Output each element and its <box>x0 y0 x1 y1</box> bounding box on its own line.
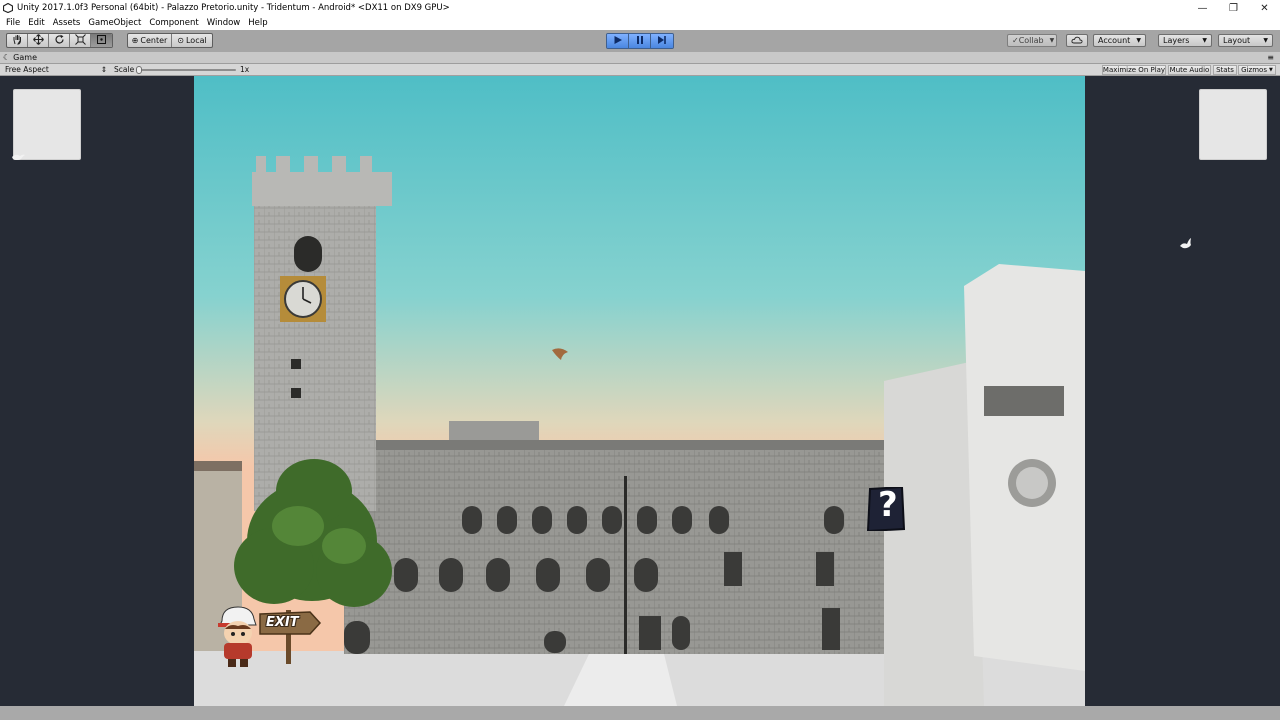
tab-game[interactable]: ☾ Game <box>3 53 37 62</box>
menu-file[interactable]: File <box>2 18 24 28</box>
status-bar <box>0 706 1280 720</box>
hint-question-marker[interactable]: ? <box>866 485 906 533</box>
menu-edit[interactable]: Edit <box>24 18 48 28</box>
menu-help[interactable]: Help <box>244 18 271 28</box>
layout-dropdown[interactable]: Layout ▼ <box>1218 34 1273 47</box>
main-toolbar: ⊕ Center ⊙ Local ✓ Collab ▼ Account ▼ Laye… <box>0 30 1280 52</box>
gizmos-button[interactable]: Gizmos ▼ <box>1238 65 1276 75</box>
cloud-button[interactable] <box>1066 34 1088 47</box>
game-view-controls: Free Aspect ⇕ Scale 1x Maximize On Play … <box>0 64 1280 76</box>
game-controller-icon: ☾ <box>3 53 11 62</box>
pivot-icon: ⊕ <box>131 36 139 45</box>
scale-slider-track[interactable] <box>138 69 236 71</box>
scale-label: Scale <box>114 65 135 74</box>
exit-signpost[interactable] <box>258 604 322 664</box>
hand-icon <box>12 34 23 47</box>
menu-gameobject[interactable]: GameObject <box>84 18 145 28</box>
pivot-toggles: ⊕ Center ⊙ Local <box>127 33 213 48</box>
rotate-tool-button[interactable] <box>49 34 70 47</box>
layers-dropdown[interactable]: Layers ▼ <box>1158 34 1212 47</box>
minimize-button[interactable]: — <box>1187 0 1218 16</box>
aspect-label: Free Aspect <box>5 65 49 74</box>
account-dropdown[interactable]: Account ▼ <box>1093 34 1146 47</box>
collab-dropdown[interactable]: ✓ Collab ▼ <box>1007 34 1057 47</box>
pause-icon <box>635 35 645 48</box>
step-button[interactable] <box>651 34 673 48</box>
rect-tool-button[interactable] <box>91 34 112 47</box>
pivot-center-button[interactable]: ⊕ Center <box>128 34 172 47</box>
game-tab-bar: ☾ Game ≡ <box>0 52 1280 64</box>
gizmos-label: Gizmos <box>1241 66 1267 74</box>
move-icon <box>32 34 44 47</box>
menu-assets[interactable]: Assets <box>49 18 85 28</box>
exit-label[interactable]: EXIT <box>266 615 299 630</box>
tab-menu-icon[interactable]: ≡ <box>1267 53 1274 62</box>
maximize-on-play-button[interactable]: Maximize On Play <box>1102 65 1166 75</box>
scale-slider-thumb[interactable] <box>136 66 142 74</box>
menu-component[interactable]: Component <box>145 18 202 28</box>
layers-label: Layers <box>1163 36 1190 45</box>
rotate-icon <box>54 34 65 47</box>
chevron-down-icon: ▼ <box>1263 37 1268 44</box>
chevron-down-icon: ▼ <box>1202 37 1207 44</box>
layout-label: Layout <box>1223 36 1251 45</box>
chevron-down-icon: ▼ <box>1049 37 1055 44</box>
cloud-icon <box>1071 36 1083 46</box>
stats-button[interactable]: Stats <box>1213 65 1237 75</box>
restore-button[interactable]: ❐ <box>1218 0 1249 16</box>
scale-icon <box>74 34 86 47</box>
character-avatar <box>218 606 257 667</box>
play-icon <box>613 35 623 48</box>
pivot-center-label: Center <box>140 36 168 45</box>
player-character[interactable] <box>216 603 260 667</box>
pause-button[interactable] <box>629 34 651 48</box>
dove-icon <box>10 150 26 165</box>
scale-value: 1x <box>240 65 250 74</box>
pivot-local-label: Local <box>185 36 207 45</box>
menu-window[interactable]: Window <box>203 18 245 28</box>
collab-label: Collab <box>1018 36 1044 45</box>
updown-icon: ⇕ <box>100 65 107 74</box>
local-icon: ⊙ <box>177 36 184 45</box>
hand-tool-button[interactable] <box>7 34 28 47</box>
signpost-icon <box>259 610 322 664</box>
account-label: Account <box>1098 36 1131 45</box>
transform-tools <box>6 33 113 48</box>
chevron-down-icon: ▼ <box>1136 37 1141 44</box>
title-bar: Unity 2017.1.0f3 Personal (64bit) - Pala… <box>0 0 1280 16</box>
close-button[interactable]: ✕ <box>1249 0 1280 16</box>
scene-background <box>194 76 1085 706</box>
rect-icon <box>96 34 107 47</box>
step-icon <box>657 35 667 48</box>
scale-tool-button[interactable] <box>70 34 91 47</box>
window-title: Unity 2017.1.0f3 Personal (64bit) - Pala… <box>17 3 450 13</box>
playback-controls <box>606 33 674 49</box>
pivot-local-button[interactable]: ⊙ Local <box>172 34 212 47</box>
right-inventory-slot[interactable] <box>1199 89 1267 160</box>
collab-check-icon: ✓ <box>1012 36 1019 45</box>
palazzo-pretorio-scene <box>194 76 1085 706</box>
move-tool-button[interactable] <box>28 34 49 47</box>
aspect-dropdown[interactable]: Free Aspect ⇕ <box>2 65 110 75</box>
game-tab-label: Game <box>13 53 37 62</box>
dove-icon[interactable] <box>1178 237 1194 254</box>
unity-logo-icon <box>3 3 13 13</box>
menu-bar: File Edit Assets GameObject Component Wi… <box>0 16 1280 30</box>
mute-audio-button[interactable]: Mute Audio <box>1168 65 1211 75</box>
chevron-down-icon: ▼ <box>1268 67 1273 73</box>
hint-marker-glyph: ? <box>878 485 898 525</box>
play-button[interactable] <box>607 34 629 48</box>
